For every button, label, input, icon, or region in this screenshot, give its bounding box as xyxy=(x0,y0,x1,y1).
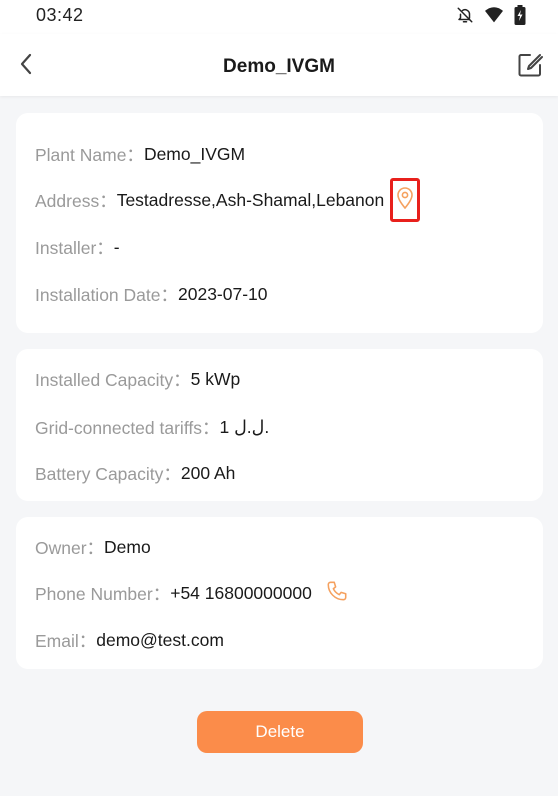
edit-button[interactable] xyxy=(516,53,544,81)
installer-label: Installer： xyxy=(35,237,114,258)
location-pin-icon xyxy=(397,186,414,214)
installer-row: Installer： - xyxy=(35,234,120,260)
installed-capacity-label: Installed Capacity： xyxy=(35,369,191,390)
address-label: Address： xyxy=(35,190,117,211)
email-value: demo@test.com xyxy=(96,629,224,650)
email-label: Email： xyxy=(35,630,97,651)
call-button[interactable] xyxy=(324,580,350,606)
installation-date-value: 2023-07-10 xyxy=(178,283,268,304)
bell-off-icon xyxy=(456,6,474,29)
phone-icon xyxy=(326,580,348,607)
phone-row: Phone Number： +54 16800000000 xyxy=(35,580,350,606)
owner-value: Demo xyxy=(104,536,151,557)
capacity-info-card: Installed Capacity： 5 kWp Grid-connected… xyxy=(16,349,543,501)
installer-value: - xyxy=(113,236,120,257)
location-button[interactable] xyxy=(390,178,421,222)
address-value: Testadresse,Ash-Shamal,Lebanon xyxy=(116,189,385,210)
tariff-value: 1 ل.ل. xyxy=(219,416,270,437)
status-bar: 03:42 xyxy=(0,0,558,34)
plant-name-row: Plant Name： Demo_IVGM xyxy=(35,141,245,167)
wifi-icon xyxy=(484,6,504,29)
installed-capacity-row: Installed Capacity： 5 kWp xyxy=(35,366,240,392)
delete-button[interactable]: Delete xyxy=(197,711,363,753)
plant-name-value: Demo_IVGM xyxy=(143,143,246,164)
tariff-label: Grid-connected tariffs： xyxy=(35,417,220,438)
edit-icon xyxy=(517,52,543,83)
owner-info-card: Owner： Demo Phone Number： +54 1680000000… xyxy=(16,517,543,669)
battery-capacity-label: Battery Capacity： xyxy=(35,463,181,484)
battery-icon xyxy=(514,4,526,30)
owner-row: Owner： Demo xyxy=(35,534,151,560)
battery-capacity-row: Battery Capacity： 200 Ah xyxy=(35,460,235,486)
installation-date-row: Installation Date： 2023-07-10 xyxy=(35,281,268,307)
email-row: Email： demo@test.com xyxy=(35,627,224,653)
page-title: Demo_IVGM xyxy=(223,56,335,77)
status-icons xyxy=(456,4,526,30)
plant-info-card: Plant Name： Demo_IVGM Address： Testadres… xyxy=(16,113,543,333)
installation-date-label: Installation Date： xyxy=(35,284,178,305)
battery-capacity-value: 200 Ah xyxy=(180,462,236,483)
app-header: Demo_IVGM xyxy=(0,34,558,96)
installed-capacity-value: 5 kWp xyxy=(190,368,241,389)
address-row: Address： Testadresse,Ash-Shamal,Lebanon xyxy=(35,178,421,222)
plant-name-label: Plant Name： xyxy=(35,144,144,165)
phone-label: Phone Number： xyxy=(35,583,171,604)
phone-value: +54 16800000000 xyxy=(170,582,312,603)
owner-label: Owner： xyxy=(35,537,105,558)
tariff-row: Grid-connected tariffs： 1 ل.ل. xyxy=(35,414,269,440)
status-time: 03:42 xyxy=(36,5,84,25)
